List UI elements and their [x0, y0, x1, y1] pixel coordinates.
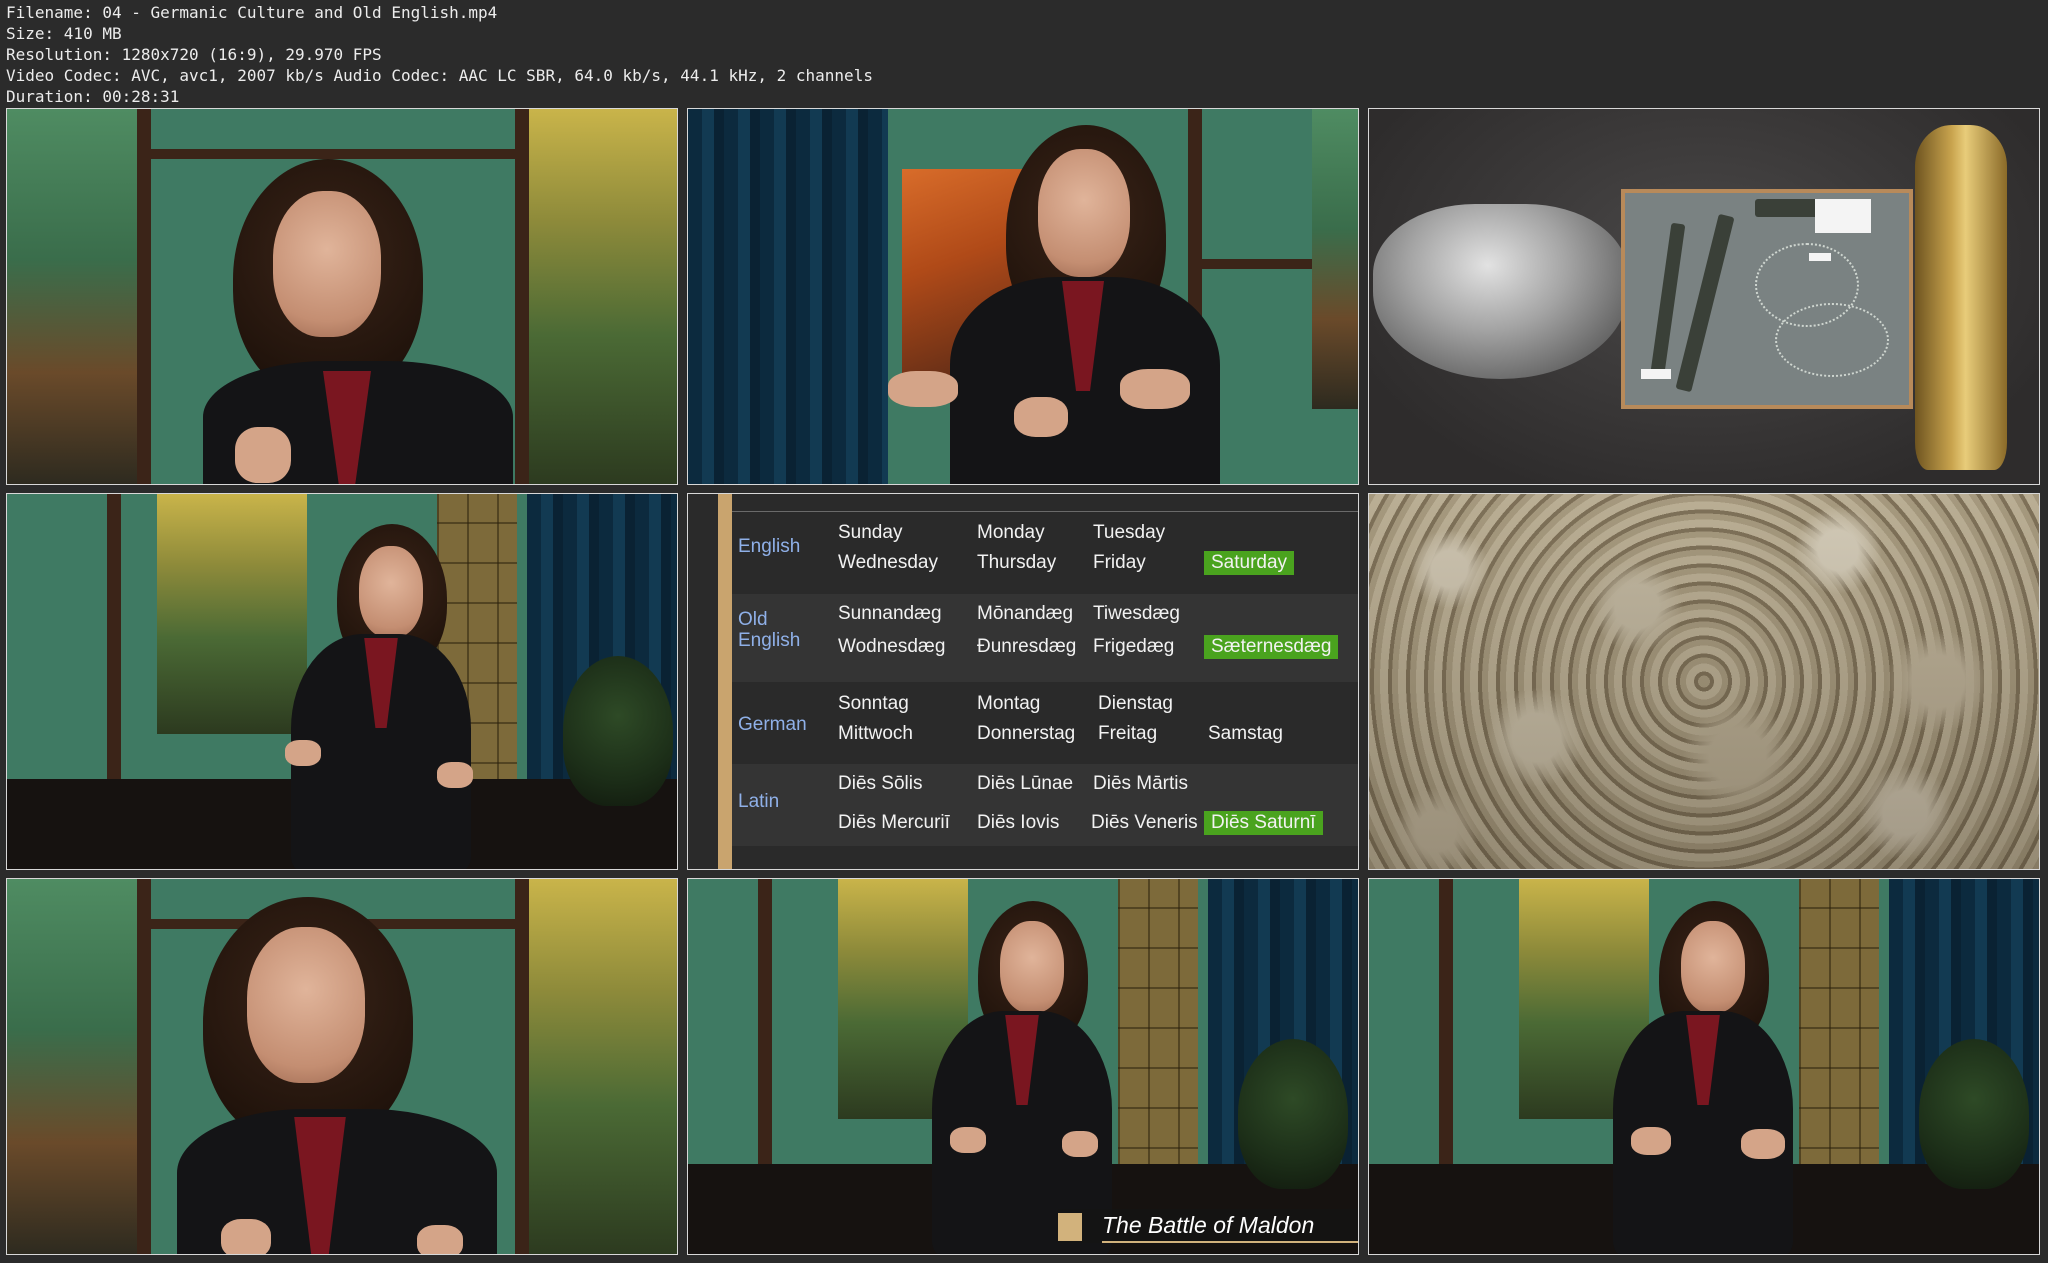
presenter	[1369, 879, 2039, 1254]
thumbnail-8[interactable]: The Battle of Maldon	[687, 878, 1359, 1255]
caption-swatch	[1058, 1213, 1082, 1241]
silver-cauldron-image	[1373, 204, 1628, 379]
thumbnail-5[interactable]: English Sunday Monday Tuesday Wednesday …	[687, 493, 1359, 870]
slide-accent-bar	[718, 494, 732, 869]
caption-underline	[1102, 1241, 1358, 1243]
day-cell: Donnerstag	[977, 723, 1076, 744]
lang-label: Old English	[738, 609, 801, 651]
video-info: Filename: 04 - Germanic Culture and Old …	[6, 2, 873, 107]
day-cell: Tiwesdæg	[1093, 603, 1180, 624]
day-cell: Diēs Mārtis	[1093, 773, 1189, 794]
thumbnail-7[interactable]	[6, 878, 678, 1255]
presenter	[7, 879, 677, 1254]
lang-label: English	[738, 536, 801, 557]
day-cell: Diēs Lūnae	[977, 773, 1074, 794]
day-cell: Frigedæg	[1093, 636, 1175, 657]
day-cell: Diēs Veneris	[1091, 812, 1198, 833]
info-codec: Video Codec: AVC, avc1, 2007 kb/s Audio …	[6, 66, 873, 85]
thumbnail-6[interactable]	[1368, 493, 2040, 870]
day-cell: Wodnesdæg	[838, 636, 946, 657]
presenter	[7, 494, 677, 869]
day-cell: Diēs Iovis	[977, 812, 1060, 833]
day-cell: Mittwoch	[838, 723, 913, 744]
thumbnail-9[interactable]	[1368, 878, 2040, 1255]
day-cell-highlight: Diēs Saturnī	[1204, 811, 1323, 835]
lang-label: German	[738, 714, 807, 735]
day-cell: Sunday	[838, 522, 903, 543]
day-cell: Friday	[1093, 552, 1146, 573]
day-cell: Samstag	[1208, 723, 1283, 744]
thumbnail-4[interactable]	[6, 493, 678, 870]
day-cell: Wednesday	[838, 552, 938, 573]
thumbnail-1[interactable]	[6, 108, 678, 485]
thumbnail-3[interactable]	[1368, 108, 2040, 485]
day-cell: Sonntag	[838, 693, 909, 714]
lower-third-caption: The Battle of Maldon	[1058, 1209, 1358, 1243]
day-cell: Diēs Mercuriī	[838, 812, 950, 833]
day-cell: Dienstag	[1098, 693, 1173, 714]
display-case-image	[1621, 189, 1913, 409]
presenter	[688, 109, 1358, 484]
relief-sculpture-image	[1369, 494, 2039, 869]
caption-title: The Battle of Maldon	[1102, 1212, 1315, 1238]
day-cell: Diēs Sōlis	[838, 773, 923, 794]
info-duration: Duration: 00:28:31	[6, 87, 180, 106]
info-filename: Filename: 04 - Germanic Culture and Old …	[6, 3, 498, 22]
day-cell: Montag	[977, 693, 1041, 714]
day-cell: Monday	[977, 522, 1045, 543]
day-cell-highlight: Saturday	[1204, 551, 1295, 575]
info-size: Size: 410 MB	[6, 24, 122, 43]
lang-label: Latin	[738, 791, 780, 812]
day-cell-highlight: Sæternesdæg	[1204, 635, 1339, 659]
day-cell: Freitag	[1098, 723, 1158, 744]
presenter	[688, 879, 1358, 1254]
presenter	[7, 109, 677, 484]
thumbnail-2[interactable]	[687, 108, 1359, 485]
bronze-figure-image	[1915, 125, 2007, 470]
day-cell: Sunnandæg	[838, 603, 942, 624]
day-cell: Đunresdæg	[977, 636, 1077, 657]
day-cell: Mōnandæg	[977, 603, 1074, 624]
day-cell: Thursday	[977, 552, 1057, 573]
day-cell: Tuesday	[1093, 522, 1166, 543]
info-resolution: Resolution: 1280x720 (16:9), 29.970 FPS	[6, 45, 382, 64]
